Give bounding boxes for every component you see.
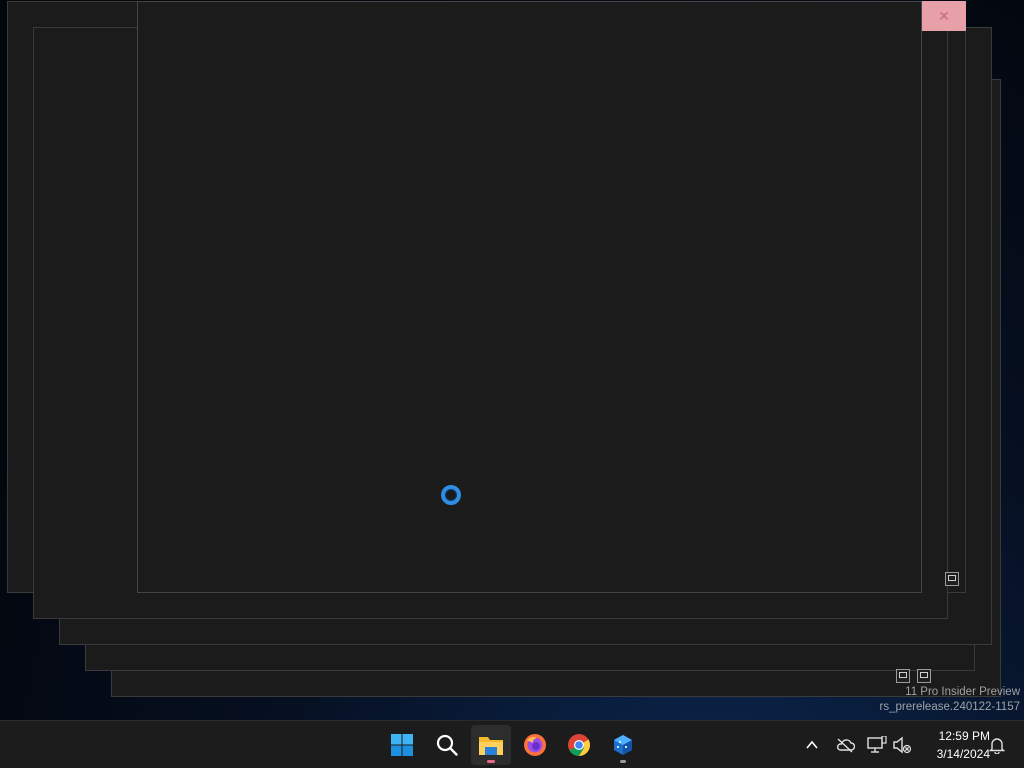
search-icon — [436, 734, 458, 756]
watermark-edition: 11 Pro Insider Preview — [905, 686, 1020, 698]
firefox-button[interactable] — [515, 725, 555, 765]
network-button[interactable] — [865, 733, 889, 757]
chevron-up-icon — [806, 740, 818, 749]
taskbar-clock[interactable]: 12:59 PM 3/14/2024 — [918, 727, 990, 763]
clock-date: 3/14/2024 — [936, 747, 990, 761]
chrome-button[interactable] — [559, 725, 599, 765]
active-indicator — [487, 760, 495, 763]
notifications-button[interactable] — [985, 733, 1009, 757]
taskbar: 12:59 PM 3/14/2024 — [0, 720, 1024, 768]
clock-time: 12:59 PM — [938, 729, 990, 743]
window-control-icon[interactable] — [917, 669, 931, 683]
cube-app-icon — [614, 735, 632, 755]
cube-app-button[interactable] — [603, 725, 643, 765]
volume-muted-icon — [893, 736, 912, 754]
firefox-icon — [524, 734, 546, 756]
search-button[interactable] — [427, 725, 467, 765]
running-indicator — [620, 760, 626, 763]
file-explorer-button[interactable] — [471, 725, 511, 765]
show-hidden-icons-button[interactable] — [800, 733, 824, 757]
window-control-icon[interactable] — [896, 669, 910, 683]
close-button[interactable]: ✕ — [922, 1, 966, 31]
volume-button[interactable] — [890, 733, 914, 757]
main-window[interactable] — [137, 1, 922, 593]
folder-icon — [479, 737, 503, 755]
window-control-icon[interactable] — [945, 572, 959, 586]
close-icon: ✕ — [938, 7, 950, 24]
cloud-offline-icon — [836, 738, 855, 753]
loading-spinner-icon — [441, 485, 461, 505]
network-icon — [867, 736, 887, 753]
bell-icon — [989, 738, 1005, 754]
windows-logo-icon — [391, 734, 413, 756]
chrome-icon — [568, 734, 590, 756]
start-button[interactable] — [382, 725, 422, 765]
watermark-build: rs_prerelease.240122-1157 — [879, 701, 1020, 713]
onedrive-button[interactable] — [833, 733, 857, 757]
